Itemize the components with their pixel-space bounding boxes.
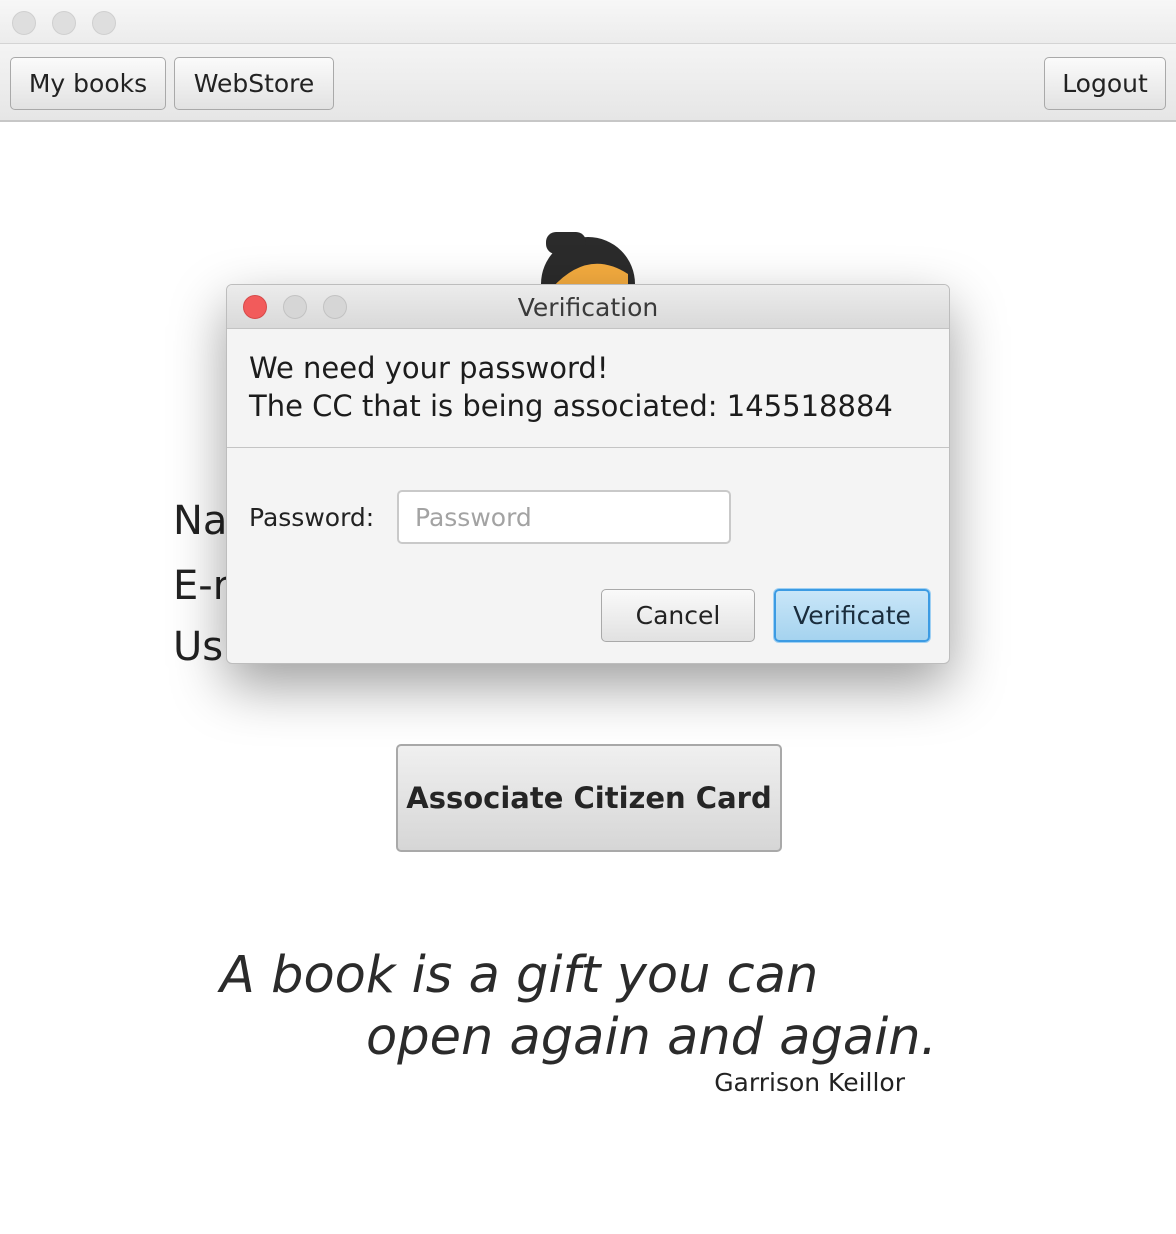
verification-dialog: Verification We need your password! The … (226, 284, 950, 664)
quote-line-2: open again and again. (366, 1008, 937, 1067)
dialog-title: Verification (517, 293, 659, 322)
password-input[interactable] (397, 490, 731, 544)
quote-line-1: A book is a gift you can (220, 946, 819, 1005)
window-minimize-button[interactable] (52, 11, 76, 35)
logout-button[interactable]: Logout (1044, 57, 1166, 110)
window-close-button[interactable] (12, 11, 36, 35)
cancel-button[interactable]: Cancel (601, 589, 755, 642)
email-label: E-r (173, 563, 230, 609)
dialog-message-line-1: We need your password! (249, 351, 609, 385)
name-label: Na (173, 498, 228, 544)
dialog-message-line-2: The CC that is being associated: 1455188… (249, 389, 893, 423)
window-titlebar (0, 0, 1176, 44)
verificate-button[interactable]: Verificate (774, 589, 930, 642)
dialog-header: We need your password! The CC that is be… (227, 329, 949, 448)
toolbar: My books WebStore Logout (0, 44, 1176, 122)
associate-citizen-card-button[interactable]: Associate Citizen Card (396, 744, 782, 852)
password-label: Password: (249, 503, 375, 532)
dialog-titlebar: Verification (227, 285, 949, 329)
my-books-button[interactable]: My books (10, 57, 166, 110)
username-label: Us (173, 624, 224, 670)
webstore-button[interactable]: WebStore (174, 57, 334, 110)
window-zoom-button[interactable] (92, 11, 116, 35)
quote-author: Garrison Keillor (714, 1068, 905, 1097)
